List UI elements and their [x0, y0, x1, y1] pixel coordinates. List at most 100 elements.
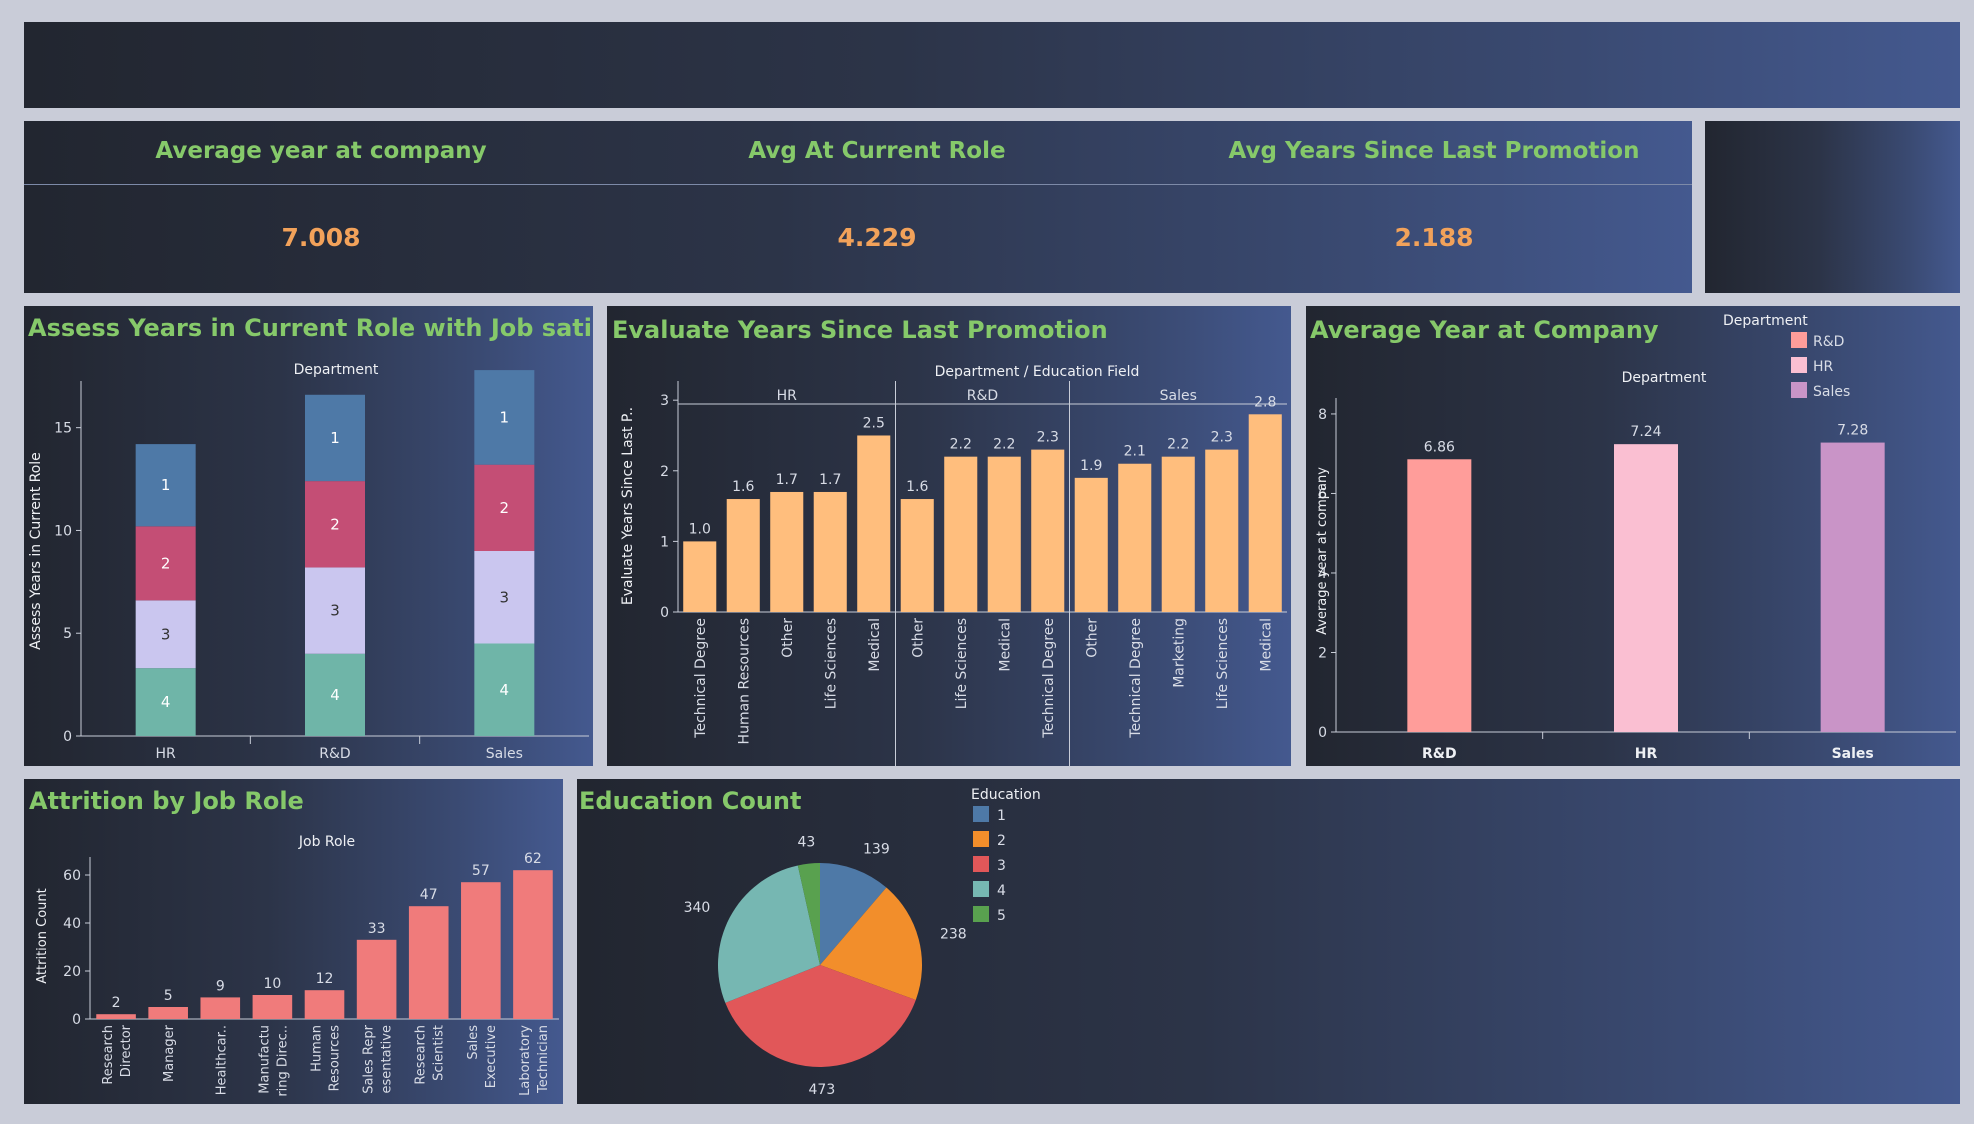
x-category-label: HR	[156, 746, 177, 762]
y-tick-label: 10	[54, 523, 72, 539]
x-category-label: Medical	[1258, 618, 1274, 672]
pie-label: 139	[863, 842, 890, 858]
x-category-label: R&D	[319, 746, 350, 762]
pie-label: 473	[809, 1082, 836, 1098]
segment-label: 3	[330, 602, 340, 620]
kpi-value-avg-year: 7.008	[281, 223, 361, 252]
bar-value-label: 2.8	[1254, 394, 1276, 410]
x-category-label: Technical Degree	[693, 618, 709, 739]
promotion-bar	[944, 456, 978, 612]
attrition-bar	[96, 1014, 136, 1019]
x-category-label: Technician	[536, 1025, 551, 1094]
bar-value-label: 2.5	[863, 415, 885, 431]
legend-label: 3	[997, 858, 1006, 874]
legend-label: Sales	[1813, 384, 1850, 400]
attrition-bar	[304, 990, 345, 1019]
y-tick-label: 20	[63, 964, 81, 980]
bar-value-label: 57	[472, 863, 490, 879]
group-label: HR	[777, 388, 798, 404]
legend-swatch	[973, 881, 989, 897]
legend-label: 5	[997, 908, 1006, 924]
y-tick-label: 1	[660, 534, 669, 550]
attrition-bar	[408, 906, 449, 1019]
y-tick-label: 2	[660, 464, 669, 480]
x-category-label: R&D	[1422, 746, 1457, 762]
y-tick-label: 8	[1318, 407, 1327, 423]
legend-label: 1	[997, 808, 1006, 824]
bar-value-label: 2.2	[993, 437, 1015, 453]
segment-label: 4	[330, 686, 340, 704]
bar-value-label: 9	[216, 978, 225, 994]
year-at-company-header: Department	[1622, 370, 1707, 386]
x-category-label: Sales	[486, 746, 523, 762]
x-category-label: Sales Repr	[362, 1024, 377, 1093]
promotion-bar	[1118, 463, 1152, 612]
legend-swatch	[973, 906, 989, 922]
bar-value-label: 1.6	[732, 479, 754, 495]
group-label: R&D	[967, 388, 998, 404]
promotion-bar	[857, 435, 891, 612]
year-at-company-ylabel: Average year at company	[1315, 467, 1330, 635]
bar-value-label: 2	[112, 995, 121, 1011]
year-at-company-panel: Average Year at Company Department 0 2 4 6 8 A…	[1306, 306, 1960, 766]
header-bar	[24, 22, 1960, 108]
x-category-label: Marketing	[1171, 618, 1187, 688]
legend-swatch	[1791, 357, 1807, 373]
attrition-bar	[148, 1007, 188, 1019]
attrition-bar	[252, 995, 293, 1019]
x-category-label: Manufactu	[257, 1025, 272, 1094]
promotion-header: Department / Education Field	[935, 364, 1140, 380]
x-category-label: Human	[310, 1025, 325, 1072]
x-category-label: Manager	[162, 1024, 177, 1082]
bar-value-label: 62	[524, 851, 542, 867]
y-tick-label: 0	[1318, 725, 1327, 741]
legend-swatch	[973, 831, 989, 847]
legend-label: 4	[997, 883, 1006, 899]
x-category-label: Life Sciences	[823, 618, 839, 709]
pie-label: 340	[684, 900, 711, 916]
bar-value-label: 1.6	[906, 479, 928, 495]
promotion-bar	[1248, 414, 1282, 612]
attrition-bar	[356, 939, 397, 1019]
education-chart: 139 238 473 340 43 Education 1 2 3 4 5	[684, 787, 1041, 1098]
current-role-chart: Department 0 5 10 15 Assess Years in Current …	[28, 362, 589, 762]
x-category-label: Life Sciences	[954, 618, 970, 709]
current-role-header: Department	[294, 362, 379, 378]
bar-value-label: 5	[164, 988, 173, 1004]
kpi-label-last-promotion: Avg Years Since Last Promotion	[1228, 138, 1640, 164]
x-category-label: Other	[780, 618, 796, 658]
segment-label: 1	[500, 408, 510, 426]
segment-label: 3	[161, 625, 171, 643]
attrition-chart: Job Role0204060Attrition Count2Research D…	[35, 834, 559, 1097]
attrition-bar	[200, 997, 241, 1019]
kpi-side-panel	[1705, 121, 1960, 293]
kpi-value-last-promotion: 2.188	[1394, 223, 1474, 252]
attrition-ylabel: Attrition Count	[35, 888, 50, 983]
y-tick-label: 60	[63, 868, 81, 884]
y-tick-label: 0	[660, 605, 669, 621]
y-tick-label: 0	[72, 1012, 81, 1028]
promotion-bar	[1074, 477, 1108, 612]
x-category-label: Executive	[484, 1025, 499, 1088]
current-role-ylabel: Assess Years in Current Role	[28, 452, 44, 650]
current-role-panel: Assess Years in Current Role with Job sa…	[24, 306, 593, 766]
segment-label: 4	[500, 681, 510, 699]
promotion-bar	[770, 491, 804, 612]
bar-value-label: 2.1	[1124, 444, 1146, 460]
group-label: Sales	[1160, 388, 1197, 404]
promotion-bar	[1205, 449, 1239, 612]
bar-value-label: 2.3	[1037, 430, 1059, 446]
y-tick-label: 3	[660, 393, 669, 409]
x-category-label: Scientist	[432, 1025, 447, 1081]
promotion-panel: Evaluate Years Since Last Promotion Depa…	[607, 306, 1291, 766]
legend-title: Education	[971, 787, 1041, 803]
x-category-label: Sales	[466, 1025, 481, 1060]
x-category-label: Sales	[1832, 746, 1874, 762]
legend-label: HR	[1813, 359, 1834, 375]
attrition-panel: Attrition by Job Role Job Role 0 20 40 60 Att…	[24, 779, 563, 1104]
x-category-label: Technical Degree	[1041, 618, 1057, 739]
x-category-label: Research	[101, 1025, 116, 1085]
segment-label: 2	[500, 499, 510, 517]
promotion-bar	[1031, 449, 1065, 612]
bar-value-label: 1.9	[1080, 458, 1102, 474]
